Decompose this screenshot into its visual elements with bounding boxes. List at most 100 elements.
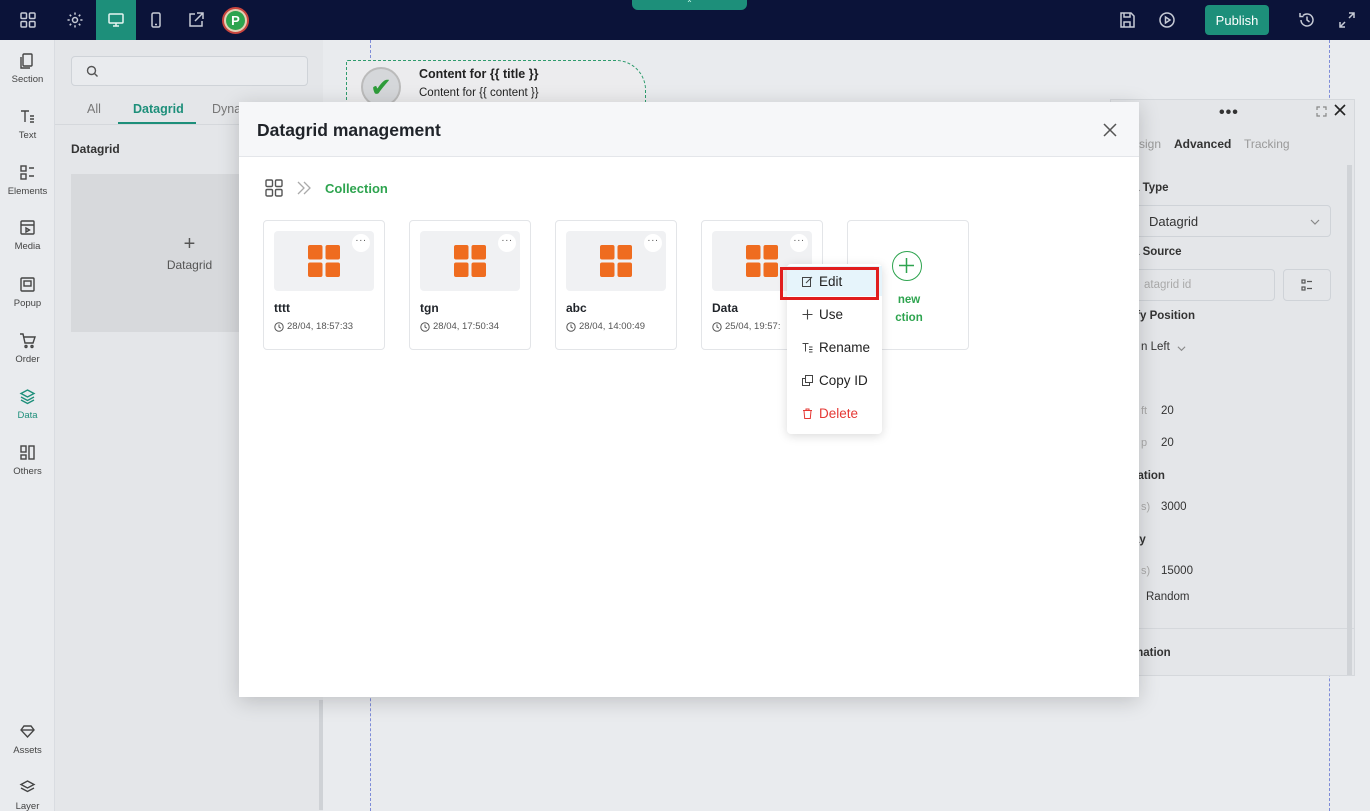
- menu-item-delete[interactable]: Delete: [787, 398, 882, 428]
- collection-time: 25/04, 19:57:: [725, 321, 781, 332]
- nav-popup[interactable]: Popup: [0, 270, 55, 320]
- nav-label: Elements: [7, 186, 48, 197]
- dialog-header: Datagrid management: [239, 102, 1139, 157]
- more-options-button[interactable]: ···: [644, 234, 662, 252]
- nav-section[interactable]: Section: [0, 46, 55, 96]
- layers-icon: [19, 389, 36, 405]
- trash-icon: [803, 408, 812, 419]
- apps-grid-icon[interactable]: [265, 179, 283, 197]
- nav-label: Assets: [13, 745, 42, 756]
- drag-handle-icon[interactable]: •••: [1219, 104, 1239, 122]
- left-nav: Section Text Elements Media Popup Order …: [0, 40, 55, 811]
- tab-datagrid[interactable]: Datagrid: [133, 102, 184, 116]
- more-options-button[interactable]: ···: [498, 234, 516, 252]
- dialog-title: Datagrid management: [257, 120, 441, 140]
- media-icon: [20, 220, 35, 235]
- fullscreen-icon[interactable]: [1327, 0, 1367, 40]
- position-label: ify Position: [1133, 310, 1195, 322]
- copy-icon: [802, 374, 813, 386]
- datagrid-tiles-icon: [746, 245, 778, 277]
- nav-text[interactable]: Text: [0, 102, 55, 152]
- others-icon: [20, 445, 35, 460]
- position-select[interactable]: n Left: [1141, 341, 1170, 353]
- avatar[interactable]: P: [222, 7, 249, 34]
- pick-datagrid-button[interactable]: [1283, 269, 1331, 301]
- more-options-button[interactable]: ···: [352, 234, 370, 252]
- publish-button[interactable]: Publish: [1205, 5, 1269, 35]
- nav-order[interactable]: Order: [0, 326, 55, 376]
- more-options-button[interactable]: ···: [790, 234, 808, 252]
- collection-time: 28/04, 14:00:49: [579, 321, 646, 332]
- left-value[interactable]: 20: [1161, 405, 1174, 417]
- tab-design[interactable]: sign: [1139, 137, 1161, 151]
- clock-icon: [712, 321, 722, 332]
- share-icon[interactable]: [176, 0, 216, 40]
- data-type-select[interactable]: Datagrid: [1133, 205, 1331, 237]
- collection-time: 28/04, 18:57:33: [287, 321, 354, 332]
- nav-label: Section: [11, 74, 44, 85]
- nav-data[interactable]: Data: [0, 382, 55, 432]
- gear-icon[interactable]: [55, 0, 95, 40]
- collection-timestamp: 28/04, 17:50:34: [420, 321, 499, 332]
- list-icon: [1301, 279, 1312, 291]
- chevron-down-icon: [1310, 219, 1320, 225]
- check-icon: ✔: [361, 67, 401, 107]
- tab-advanced[interactable]: Advanced: [1174, 137, 1231, 151]
- collection-card[interactable]: ··· abc 28/04, 14:00:49: [555, 220, 677, 350]
- mobile-icon[interactable]: [136, 0, 176, 40]
- data-type-value: Datagrid: [1149, 214, 1199, 229]
- close-icon[interactable]: [1103, 123, 1117, 137]
- section-title: Datagrid: [71, 142, 120, 156]
- double-chevron-right-icon: [297, 181, 311, 195]
- collection-card[interactable]: ··· tttt 28/04, 18:57:33: [263, 220, 385, 350]
- nav-layer[interactable]: Layer: [0, 773, 55, 811]
- menu-item-use[interactable]: Use: [787, 299, 882, 329]
- menu-item-rename[interactable]: Rename: [787, 332, 882, 362]
- play-icon[interactable]: [1147, 0, 1187, 40]
- data-source-label: a Source: [1133, 246, 1182, 258]
- monitor-icon[interactable]: [96, 0, 136, 40]
- plus-circle-icon: [892, 251, 922, 281]
- tab-all[interactable]: All: [87, 102, 101, 116]
- nav-others[interactable]: Others: [0, 438, 55, 488]
- datagrid-id-input[interactable]: atagrid id: [1133, 269, 1275, 301]
- random-option[interactable]: Random: [1146, 591, 1189, 603]
- top-label: p: [1141, 437, 1148, 449]
- tab-tracking[interactable]: Tracking: [1244, 137, 1290, 151]
- save-icon[interactable]: [1107, 0, 1147, 40]
- datagrid-tiles-icon: [600, 245, 632, 277]
- nav-label: Media: [14, 241, 41, 252]
- scrollbar[interactable]: [319, 700, 323, 810]
- collection-name: Data: [712, 301, 739, 315]
- top-bar: P ⌃ Publish: [0, 0, 1370, 40]
- expand-icon[interactable]: [1316, 106, 1327, 117]
- menu-item-copy-id[interactable]: Copy ID: [787, 365, 882, 395]
- datagrid-management-dialog: Datagrid management Collection ··· tttt …: [239, 102, 1139, 697]
- collection-card[interactable]: ··· tgn 28/04, 17:50:34: [409, 220, 531, 350]
- top-value[interactable]: 20: [1161, 437, 1174, 449]
- left-label: ft: [1141, 405, 1148, 417]
- tab-dynamic[interactable]: Dyna: [212, 102, 241, 116]
- delay-unit: s): [1141, 565, 1151, 577]
- chevron-down-icon: [1177, 346, 1186, 352]
- nav-media[interactable]: Media: [0, 213, 55, 263]
- collapse-toolbar-tab[interactable]: ⌃: [632, 0, 747, 10]
- menu-item-label: Copy ID: [819, 372, 868, 388]
- duration-value[interactable]: 3000: [1161, 501, 1187, 513]
- delay-value[interactable]: 15000: [1161, 565, 1193, 577]
- popup-icon: [20, 277, 35, 292]
- breadcrumb-current[interactable]: Collection: [325, 181, 388, 196]
- history-icon[interactable]: [1287, 0, 1327, 40]
- nav-elements[interactable]: Elements: [0, 158, 55, 208]
- clock-icon: [566, 321, 576, 332]
- apps-grid-icon[interactable]: [8, 0, 48, 40]
- plus-icon: +: [183, 233, 196, 255]
- search-input[interactable]: [71, 56, 308, 86]
- close-icon[interactable]: [1333, 103, 1347, 117]
- avatar-letter: P: [226, 11, 245, 30]
- scrollbar[interactable]: [1347, 165, 1352, 675]
- nav-assets[interactable]: Assets: [0, 717, 55, 767]
- collection-timestamp: 28/04, 14:00:49: [566, 321, 645, 332]
- rename-icon: [802, 342, 813, 352]
- nav-label: Others: [13, 466, 42, 477]
